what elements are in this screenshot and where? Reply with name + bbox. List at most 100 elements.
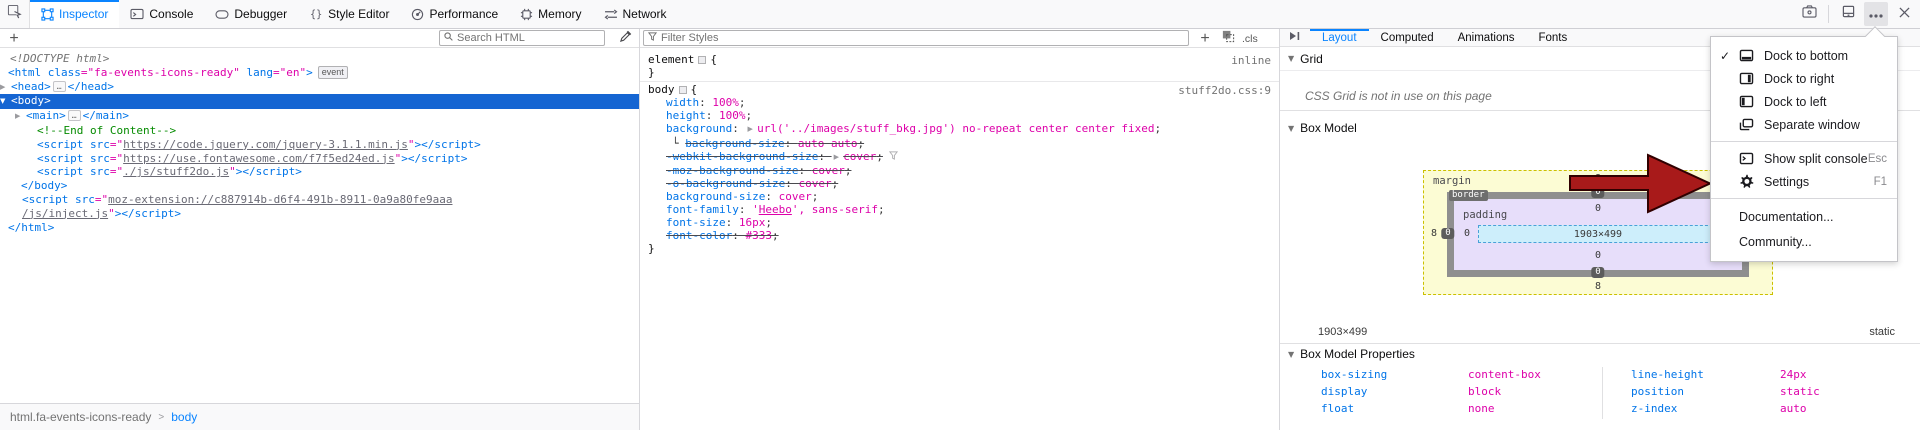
box-model-summary: 1903×499 static [1318, 323, 1895, 341]
eyedropper-button[interactable] [616, 31, 634, 47]
css-declaration[interactable]: └ background-size: auto auto; [640, 137, 1279, 150]
box-model-properties-header[interactable]: ▼ Box Model Properties [1280, 344, 1920, 364]
rule-selector-line[interactable]: element{inline [640, 53, 1279, 66]
css-declaration[interactable]: background: ▶ url('../images/stuff_bkg.j… [640, 122, 1279, 136]
menu-item-show-split-console[interactable]: Show split consoleEsc [1711, 147, 1897, 170]
markup-line[interactable]: <!DOCTYPE html> [0, 52, 639, 66]
markup-line[interactable]: <script src="https://use.fontawesome.com… [0, 152, 639, 166]
sidebar-tab-layout[interactable]: Layout [1310, 29, 1369, 46]
value-expander-icon[interactable]: ▶ [834, 151, 842, 164]
box-model-property-row[interactable]: positionstatic [1631, 383, 1891, 400]
tab-inspector[interactable]: Inspector [30, 0, 119, 28]
css-declaration[interactable]: font-size: 16px; [640, 216, 1279, 229]
markup-line[interactable]: ▼<body> [0, 94, 639, 109]
markup-line[interactable]: </body> [0, 179, 639, 193]
property-name: position [1631, 385, 1780, 398]
box-model-property-row[interactable]: line-height24px [1631, 366, 1891, 383]
event-badge[interactable]: event [318, 66, 348, 79]
menu-item-shortcut: F1 [1874, 176, 1887, 188]
menu-item-dock-to-bottom[interactable]: ✓Dock to bottom [1711, 44, 1897, 67]
filter-styles-input[interactable]: Filter Styles [643, 30, 1189, 46]
add-node-button[interactable]: + [6, 31, 22, 47]
css-declaration[interactable]: background-size: cover; [640, 190, 1279, 203]
padding-bottom-value[interactable]: 0 [1595, 250, 1601, 261]
menu-item-documentation[interactable]: Documentation... [1711, 204, 1897, 229]
twisty-closed-icon[interactable]: ▶ [0, 81, 11, 95]
css-declaration[interactable]: -o-background-size: cover; [640, 177, 1279, 190]
markup-token: lang [246, 66, 273, 79]
margin-label: margin [1433, 175, 1471, 187]
rule-source-link[interactable]: inline [1231, 54, 1271, 67]
markup-line[interactable]: ▶<head>…</head> [0, 80, 639, 95]
sidebar-tab-computed[interactable]: Computed [1369, 29, 1446, 46]
twisty-open-icon[interactable]: ▼ [0, 95, 11, 109]
tab-memory[interactable]: Memory [509, 0, 592, 28]
border-left-value[interactable]: 0 [1441, 228, 1454, 239]
css-declaration[interactable]: width: 100%; [640, 96, 1279, 109]
tab-debugger[interactable]: Debugger [204, 0, 298, 28]
pseudo-class-button[interactable] [1219, 31, 1237, 47]
selector-highlighter-icon[interactable] [698, 56, 706, 64]
value-expander-icon[interactable]: ▶ [747, 123, 755, 136]
css-declaration[interactable]: font-family: 'Heebo', sans-serif; [640, 203, 1279, 216]
tab-style-editor[interactable]: {}Style Editor [298, 0, 400, 28]
menu-item-community[interactable]: Community... [1711, 229, 1897, 254]
margin-bottom-value[interactable]: 8 [1595, 281, 1601, 292]
markup-line[interactable]: <script src="moz-extension://c887914b-d6… [0, 193, 639, 207]
font-link[interactable]: Heebo [759, 203, 792, 216]
markup-line[interactable]: <script src="https://code.jquery.com/jqu… [0, 138, 639, 152]
breadcrumb-current[interactable]: body [171, 410, 197, 424]
semicolon: ; [812, 190, 819, 203]
menu-item-dock-to-left[interactable]: Dock to left [1711, 90, 1897, 113]
box-model-content-region[interactable]: 1903×499 [1478, 225, 1718, 243]
add-rule-button[interactable]: + [1197, 31, 1213, 47]
menu-item-separate-window[interactable]: Separate window [1711, 113, 1897, 136]
rule-selector-line[interactable]: body{stuff2do.css:9 [640, 83, 1279, 96]
sidebar-tab-animations[interactable]: Animations [1446, 29, 1527, 46]
twisty-down-icon: ▼ [1288, 54, 1294, 63]
rule-source-link[interactable]: stuff2do.css:9 [1178, 84, 1271, 97]
css-declaration[interactable]: font-color: #333; [640, 229, 1279, 242]
menu-item-label: Dock to right [1764, 72, 1887, 86]
box-model-property-row[interactable]: z-indexauto [1631, 400, 1891, 417]
css-declaration[interactable]: -moz-background-size: cover; [640, 164, 1279, 177]
markup-line[interactable]: <html class="fa-events-icons-ready" lang… [0, 66, 639, 80]
markup-line[interactable]: <script src="./js/stuff2do.js"></script> [0, 165, 639, 179]
screenshot-button[interactable] [1797, 2, 1821, 26]
box-model-property-row[interactable]: displayblock [1321, 383, 1581, 400]
padding-left-value[interactable]: 0 [1464, 228, 1470, 239]
markup-line[interactable]: </html> [0, 221, 639, 235]
sidebar-tab-fonts[interactable]: Fonts [1526, 29, 1579, 46]
menu-item-dock-to-right[interactable]: Dock to right [1711, 67, 1897, 90]
element-picker-button[interactable] [0, 0, 30, 28]
search-html-input[interactable]: Search HTML [439, 30, 605, 46]
markup-line[interactable]: /js/inject.js"></script> [0, 207, 639, 221]
box-model-property-row[interactable]: box-sizingcontent-box [1321, 366, 1581, 383]
border-bottom-value[interactable]: 0 [1591, 267, 1604, 278]
selector-highlighter-icon[interactable] [679, 86, 687, 94]
box-model-property-row[interactable]: floatnone [1321, 400, 1581, 417]
sidebar-expand-button[interactable] [1280, 29, 1310, 46]
menu-item-settings[interactable]: SettingsF1 [1711, 170, 1897, 193]
tab-label: Style Editor [328, 7, 389, 21]
tab-network[interactable]: Network [593, 0, 678, 28]
margin-left-value[interactable]: 8 [1431, 228, 1437, 239]
collapsed-ellipsis-chip[interactable]: … [53, 81, 66, 92]
property-name: -o-background-size [666, 177, 785, 190]
class-panel-button[interactable]: .cls [1242, 31, 1258, 47]
twisty-closed-icon[interactable]: ▶ [15, 110, 26, 124]
collapsed-ellipsis-chip[interactable]: … [68, 110, 81, 121]
tab-performance[interactable]: Performance [400, 0, 509, 28]
close-devtools-button[interactable] [1892, 2, 1916, 26]
markup-line[interactable]: <!--End of Content--> [0, 124, 639, 138]
css-declaration[interactable]: height: 100%; [640, 109, 1279, 122]
semicolon: ; [878, 203, 885, 216]
menu-item-label: Documentation... [1739, 210, 1887, 224]
tab-console[interactable]: Console [119, 0, 204, 28]
property-value: ', sans-serif [792, 203, 878, 216]
breadcrumb-path[interactable]: html.fa-events-icons-ready [10, 410, 151, 424]
meatball-menu-button[interactable] [1864, 2, 1888, 26]
css-declaration[interactable]: -webkit-background-size: ▶ cover; [640, 150, 1279, 164]
dock-toggle-button[interactable] [1836, 2, 1860, 26]
markup-line[interactable]: ▶<main>…</main> [0, 109, 639, 124]
